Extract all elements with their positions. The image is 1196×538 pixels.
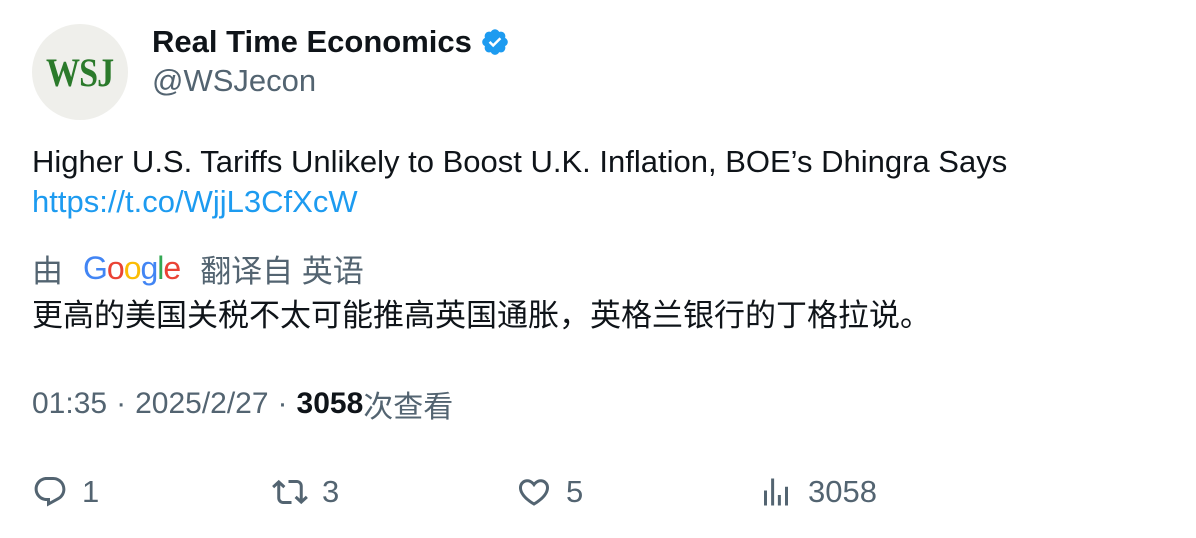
- verified-badge-icon[interactable]: [480, 27, 510, 57]
- tweet-meta: 01:35 · 2025/2/27 · 3058 次查看: [32, 384, 453, 424]
- views-count: 3058: [808, 474, 877, 509]
- views-button[interactable]: 3058: [758, 470, 877, 514]
- tweet-card: WSJ Real Time Economics @WSJecon Higher …: [0, 0, 1196, 538]
- tweet-actions: 1 3 5 3058: [32, 470, 1172, 514]
- meta-separator: ·: [116, 387, 127, 420]
- reply-count: 1: [82, 474, 100, 509]
- heart-icon: [518, 479, 550, 506]
- display-name[interactable]: Real Time Economics: [152, 24, 472, 60]
- retweet-count: 3: [322, 474, 340, 509]
- tweet-date[interactable]: 2025/2/27: [135, 387, 268, 421]
- translated-text: 更高的美国关税不太可能推高英国通胀，英格兰银行的丁格拉说。: [32, 298, 931, 333]
- author-handle[interactable]: @WSJecon: [152, 62, 316, 100]
- retweet-icon: [272, 479, 308, 505]
- view-count-label: 次查看: [363, 391, 454, 424]
- translation-prefix: 由: [32, 253, 63, 289]
- retweet-button[interactable]: 3: [272, 470, 339, 514]
- author-name-row: Real Time Economics: [152, 22, 510, 62]
- translation-attribution: 由 Google 翻译自 英语: [32, 246, 364, 290]
- meta-separator: ·: [277, 387, 288, 420]
- tweet-link[interactable]: https://t.co/WjjL3CfXcW: [32, 182, 1172, 222]
- tweet-body: Higher U.S. Tariffs Unlikely to Boost U.…: [32, 144, 1008, 179]
- reply-icon: [34, 477, 66, 507]
- like-count: 5: [566, 474, 584, 509]
- view-count: 3058: [296, 387, 364, 420]
- analytics-icon: [764, 478, 788, 506]
- like-button[interactable]: 5: [516, 470, 583, 514]
- translation-source-language[interactable]: 翻译自 英语: [200, 246, 364, 291]
- tweet-time[interactable]: 01:35: [32, 387, 107, 421]
- tweet-text: Higher U.S. Tariffs Unlikely to Boost U.…: [32, 142, 1172, 222]
- google-logo: Google: [83, 249, 181, 286]
- reply-button[interactable]: 1: [32, 470, 99, 514]
- wsj-logo: WSJ: [46, 49, 114, 95]
- avatar[interactable]: WSJ: [32, 24, 128, 120]
